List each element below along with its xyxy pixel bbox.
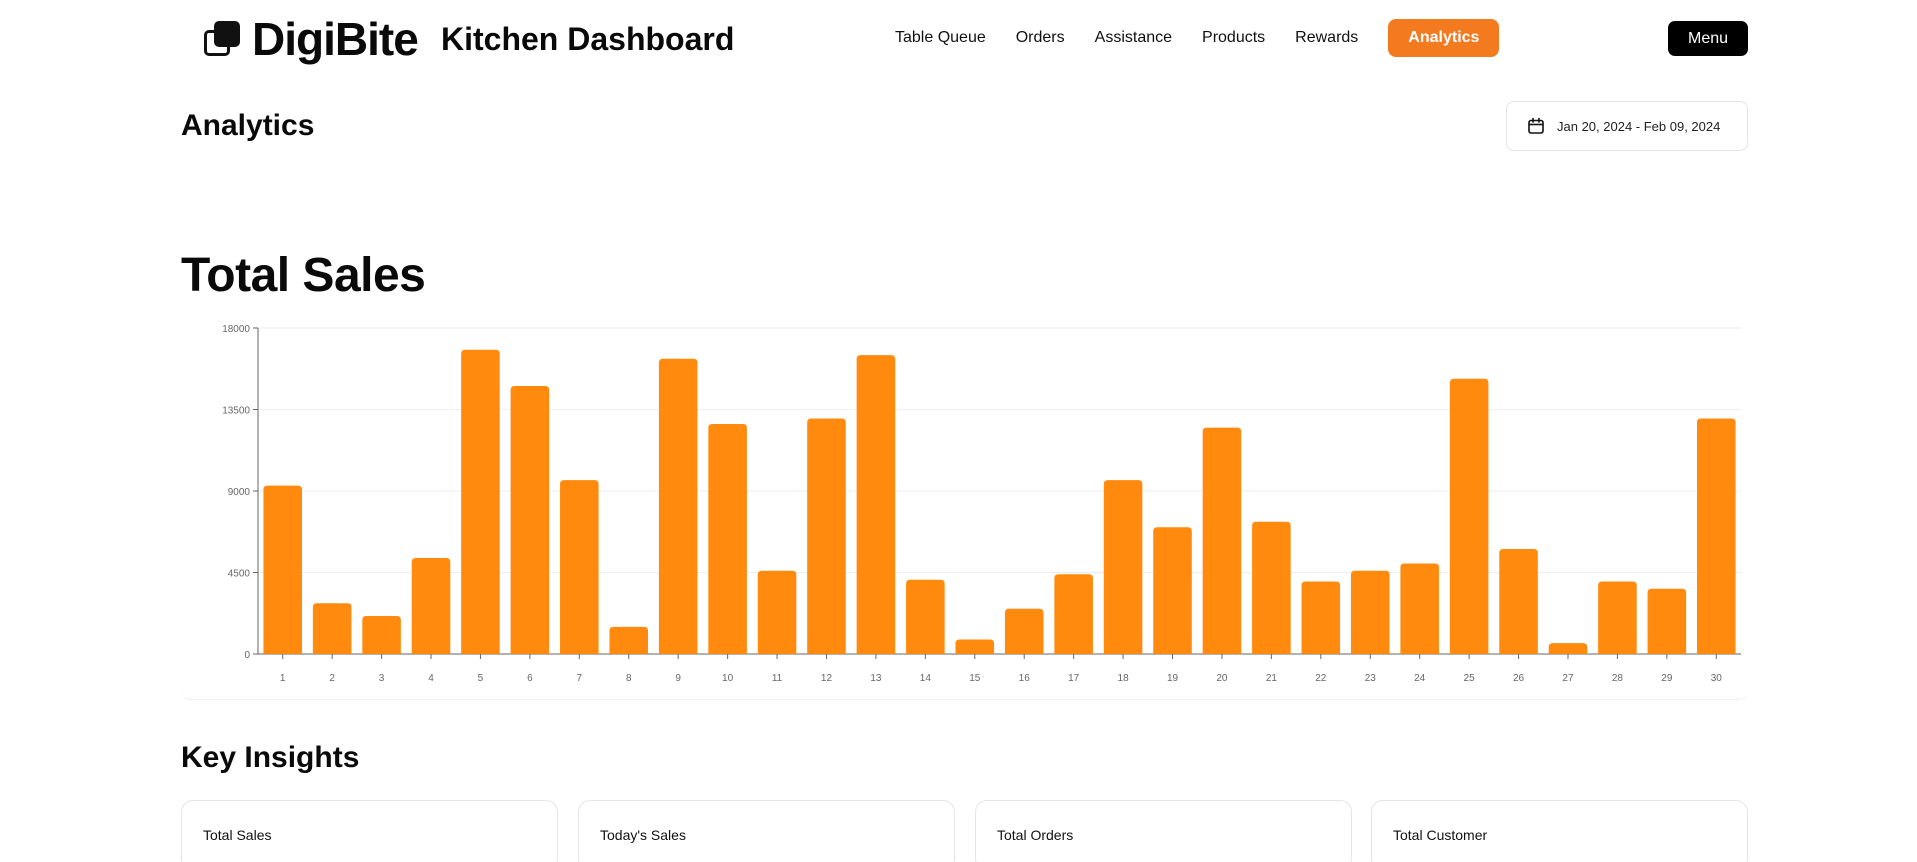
x-tick-label: 28 [1612,673,1624,684]
x-tick-label: 18 [1118,673,1130,684]
sales-bar [1301,581,1341,654]
sales-bar-chart: 04500900013500180001 2 3 4 5 6 7 8 9 10 11 12 13 14 15… [222,324,1741,684]
total-sales-title: Total Sales [181,249,426,302]
x-tick-label: 22 [1315,673,1327,684]
x-tick-label: 20 [1216,673,1228,684]
sales-bar [1004,608,1044,654]
sales-bar [609,626,649,654]
x-tick-label: 9 [675,673,681,684]
sales-bar [1598,581,1637,654]
logo-icon [202,19,242,59]
sales-chart-card: 0 4500 9000 13500 18000 1 2 3 4 5 6 7 8 9 10 11 12 13 14 15… [181,316,1748,700]
x-tick-label: 6 [527,673,533,684]
sales-bar [1499,548,1538,654]
y-tick-label: 18000 [222,324,250,335]
sales-bar [1350,570,1390,654]
sales-bar [807,418,846,654]
insight-card-total-orders[interactable]: Total Orders [975,800,1352,862]
insight-label: Total Customer [1393,827,1488,843]
nav-orders[interactable]: Orders [1016,19,1065,57]
x-tick-label: 2 [329,673,335,684]
sales-bar [510,385,550,654]
x-tick-label: 26 [1513,673,1525,684]
sales-bar [906,579,945,654]
sales-bar [1202,427,1242,654]
x-tick-label: 30 [1711,673,1723,684]
y-tick-label: 0 [244,650,250,661]
date-range-text: Jan 20, 2024 - Feb 09, 2024 [1557,118,1721,134]
sales-bar [658,358,698,654]
x-tick-label: 5 [478,673,484,684]
nav-products[interactable]: Products [1202,19,1265,57]
top-header: DigiBite Kitchen Dashboard Table Queue O… [0,0,1917,76]
sales-bar [1054,574,1093,654]
y-tick-label: 13500 [222,406,250,417]
sales-bar [1103,480,1143,654]
nav-analytics[interactable]: Analytics [1388,19,1500,57]
insight-card-todays-sales[interactable]: Today's Sales [578,800,955,862]
insight-label: Today's Sales [600,827,686,843]
brand-name: DigiBite [252,13,419,65]
x-tick-label: 11 [772,673,783,684]
x-tick-label: 3 [379,673,385,684]
page-title: Analytics [181,109,315,142]
x-tick-label: 10 [722,673,734,684]
y-tick-label: 9000 [228,487,251,498]
key-insights-title: Key Insights [181,741,360,774]
y-tick-label: 4500 [228,569,251,580]
x-tick-label: 14 [920,673,932,684]
sales-bar [1400,563,1439,654]
nav-rewards[interactable]: Rewards [1295,19,1358,57]
x-tick-label: 1 [280,673,286,684]
sales-bar [263,485,302,654]
sales-bar [362,615,401,654]
sales-bar [461,349,500,654]
x-tick-label: 23 [1365,673,1377,684]
x-tick-label: 19 [1167,673,1179,684]
x-tick-label: 29 [1661,673,1673,684]
x-tick-label: 4 [428,673,434,684]
x-tick-label: 21 [1266,673,1278,684]
nav-table-queue[interactable]: Table Queue [895,19,986,57]
insight-label: Total Sales [203,827,272,843]
sales-bar [1697,418,1736,654]
sales-bar [1449,378,1489,654]
sales-bar [955,639,995,654]
x-tick-label: 24 [1414,673,1426,684]
x-tick-label: 8 [626,673,632,684]
sales-bar [1153,527,1192,654]
sales-bar [1647,588,1687,654]
x-tick-label: 17 [1068,673,1080,684]
insight-card-total-sales[interactable]: Total Sales [181,800,558,862]
nav-assistance[interactable]: Assistance [1095,19,1172,57]
x-tick-label: 27 [1562,673,1574,684]
sales-bar [856,355,896,654]
x-tick-label: 16 [1019,673,1031,684]
x-tick-label: 25 [1464,673,1476,684]
sales-bar [708,423,747,654]
date-range-picker[interactable]: Jan 20, 2024 - Feb 09, 2024 [1506,101,1748,151]
x-tick-label: 7 [577,673,583,684]
x-tick-label: 12 [821,673,833,684]
sales-bar [757,570,797,654]
insight-label: Total Orders [997,827,1074,843]
insight-card-total-customer[interactable]: Total Customer [1371,800,1748,862]
x-tick-label: 13 [870,673,882,684]
sales-bar [411,558,451,654]
sales-bar [560,480,599,654]
brand-logo[interactable]: DigiBite [202,13,419,65]
sales-bar [312,603,352,654]
x-tick-label: 15 [969,673,981,684]
menu-button[interactable]: Menu [1668,21,1748,56]
sales-bar [1548,643,1588,654]
sales-bar [1252,521,1291,654]
app-title: Kitchen Dashboard [441,21,735,57]
main-nav: Table Queue Orders Assistance Products R… [895,19,1500,57]
calendar-icon [1528,117,1544,134]
